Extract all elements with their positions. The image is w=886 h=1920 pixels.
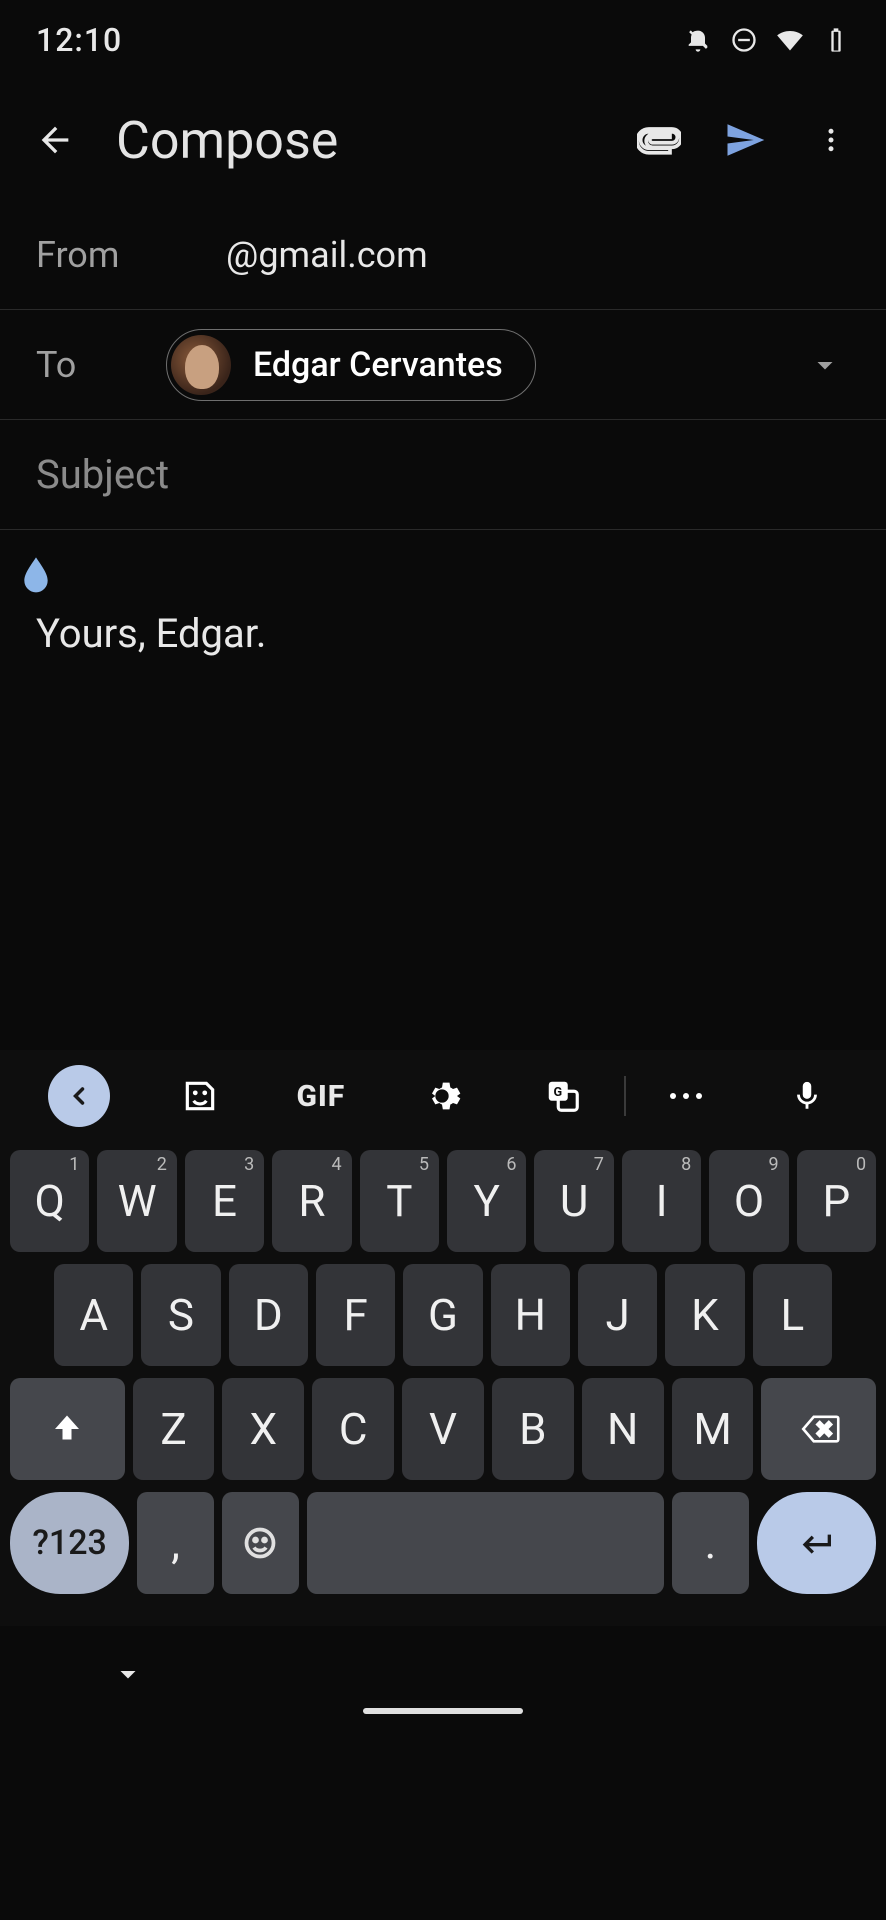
- key-g[interactable]: G: [403, 1264, 482, 1366]
- key-w[interactable]: W2: [97, 1150, 176, 1252]
- key-m[interactable]: M: [672, 1378, 754, 1480]
- from-row[interactable]: From @gmail.com: [0, 200, 886, 310]
- email-body[interactable]: Yours, Edgar.: [0, 530, 886, 1050]
- settings-button[interactable]: [381, 1050, 502, 1142]
- to-label: To: [36, 344, 166, 386]
- nav-bar: [0, 1626, 886, 1726]
- key-i[interactable]: I8: [622, 1150, 701, 1252]
- text-cursor-handle[interactable]: [16, 554, 56, 602]
- gif-button[interactable]: GIF: [260, 1050, 381, 1142]
- app-bar: Compose: [0, 80, 886, 200]
- key-a[interactable]: A: [54, 1264, 133, 1366]
- more-button[interactable]: [626, 1050, 747, 1142]
- clock: 12:10: [36, 21, 122, 59]
- key-r[interactable]: R4: [272, 1150, 351, 1252]
- from-value: @gmail.com: [166, 234, 850, 276]
- key-q[interactable]: Q1: [10, 1150, 89, 1252]
- key-l[interactable]: L: [753, 1264, 832, 1366]
- key-c[interactable]: C: [312, 1378, 394, 1480]
- expand-recipients-button[interactable]: [800, 340, 850, 390]
- back-button[interactable]: [30, 115, 80, 165]
- send-button[interactable]: [720, 115, 770, 165]
- key-f[interactable]: F: [316, 1264, 395, 1366]
- recipient-name: Edgar Cervantes: [253, 345, 503, 385]
- enter-key[interactable]: [757, 1492, 876, 1594]
- body-text: Yours, Edgar.: [36, 570, 850, 657]
- key-t[interactable]: T5: [360, 1150, 439, 1252]
- recipient-chip[interactable]: Edgar Cervantes: [166, 329, 536, 401]
- key-o[interactable]: O9: [709, 1150, 788, 1252]
- key-y[interactable]: Y6: [447, 1150, 526, 1252]
- key-s[interactable]: S: [141, 1264, 220, 1366]
- translate-button[interactable]: G: [503, 1050, 624, 1142]
- key-j[interactable]: J: [578, 1264, 657, 1366]
- key-n[interactable]: N: [582, 1378, 664, 1480]
- avatar: [171, 335, 231, 395]
- svg-text:G: G: [554, 1085, 563, 1100]
- key-u[interactable]: U7: [534, 1150, 613, 1252]
- subject-placeholder: Subject: [36, 451, 166, 498]
- keyboard: Q1W2E3R4T5Y6U7I8O9P0 ASDFGHJKL ZXCVBNM ?…: [0, 1142, 886, 1626]
- key-e[interactable]: E3: [185, 1150, 264, 1252]
- mic-button[interactable]: [747, 1050, 868, 1142]
- period-key[interactable]: .: [672, 1492, 749, 1594]
- emoji-key[interactable]: [222, 1492, 299, 1594]
- from-label: From: [36, 234, 166, 276]
- to-row[interactable]: To Edgar Cervantes: [0, 310, 886, 420]
- shift-key[interactable]: [10, 1378, 125, 1480]
- battery-icon: [822, 26, 850, 54]
- sticker-button[interactable]: [139, 1050, 260, 1142]
- space-key[interactable]: [307, 1492, 665, 1594]
- key-p[interactable]: P0: [797, 1150, 876, 1252]
- comma-key[interactable]: ,: [137, 1492, 214, 1594]
- key-v[interactable]: V: [402, 1378, 484, 1480]
- hide-keyboard-button[interactable]: [110, 1656, 146, 1696]
- mute-icon: [684, 26, 712, 54]
- more-button[interactable]: [806, 115, 856, 165]
- key-k[interactable]: K: [665, 1264, 744, 1366]
- wifi-icon: [776, 26, 804, 54]
- home-indicator[interactable]: [363, 1708, 523, 1714]
- toolbar-collapse-button[interactable]: [18, 1050, 139, 1142]
- symbols-key[interactable]: ?123: [10, 1492, 129, 1594]
- status-bar: 12:10: [0, 0, 886, 80]
- subject-row[interactable]: Subject: [0, 420, 886, 530]
- attach-button[interactable]: [634, 115, 684, 165]
- keyboard-toolbar: GIF G: [0, 1050, 886, 1142]
- key-z[interactable]: Z: [133, 1378, 215, 1480]
- key-b[interactable]: B: [492, 1378, 574, 1480]
- key-x[interactable]: X: [222, 1378, 304, 1480]
- key-h[interactable]: H: [491, 1264, 570, 1366]
- dnd-icon: [730, 26, 758, 54]
- key-d[interactable]: D: [229, 1264, 308, 1366]
- page-title: Compose: [116, 110, 598, 171]
- backspace-key[interactable]: [761, 1378, 876, 1480]
- status-icons: [684, 26, 850, 54]
